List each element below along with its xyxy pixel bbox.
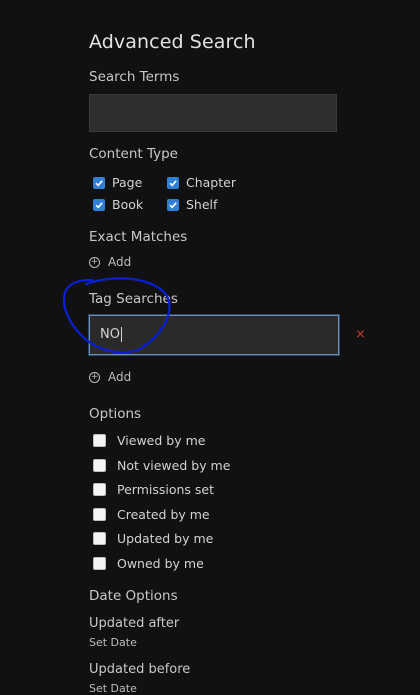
- tag-search-value: NO: [100, 327, 120, 342]
- option-label: Viewed by me: [117, 433, 206, 448]
- option-label: Owned by me: [117, 556, 204, 571]
- content-type-book-label: Book: [112, 197, 144, 212]
- updated-after-label: Updated after: [89, 616, 180, 631]
- content-type-book-checkbox[interactable]: Book: [93, 197, 143, 212]
- option-created-by-me[interactable]: Created by me: [93, 507, 210, 522]
- option-permissions-set[interactable]: Permissions set: [93, 482, 214, 497]
- exact-matches-label: Exact Matches: [89, 229, 188, 245]
- checkbox-checked-icon: [167, 198, 179, 211]
- page-title: Advanced Search: [89, 31, 256, 53]
- checkbox-unchecked-icon: [93, 459, 106, 472]
- plus-circle-icon: +: [89, 256, 100, 268]
- option-not-viewed-by-me[interactable]: Not viewed by me: [93, 458, 230, 473]
- content-type-chapter-checkbox[interactable]: Chapter: [167, 175, 236, 190]
- content-type-shelf-label: Shelf: [186, 197, 218, 212]
- checkbox-checked-icon: [93, 198, 105, 211]
- option-updated-by-me[interactable]: Updated by me: [93, 531, 213, 546]
- options-label: Options: [89, 406, 142, 422]
- tag-searches-label: Tag Searches: [89, 291, 178, 307]
- content-type-label: Content Type: [89, 146, 178, 162]
- checkbox-unchecked-icon: [93, 483, 106, 496]
- updated-before-set-date-button[interactable]: Set Date: [89, 682, 137, 695]
- checkbox-unchecked-icon: [93, 557, 106, 570]
- search-terms-input[interactable]: [89, 94, 337, 132]
- checkbox-checked-icon: [93, 176, 105, 189]
- checkbox-unchecked-icon: [93, 434, 106, 447]
- remove-tag-icon[interactable]: ×: [355, 327, 366, 342]
- content-type-page-label: Page: [112, 175, 143, 190]
- option-label: Created by me: [117, 507, 210, 522]
- option-owned-by-me[interactable]: Owned by me: [93, 556, 204, 571]
- content-type-page-checkbox[interactable]: Page: [93, 175, 142, 190]
- date-options-label: Date Options: [89, 588, 178, 604]
- content-type-chapter-label: Chapter: [186, 175, 236, 190]
- content-type-shelf-checkbox[interactable]: Shelf: [167, 197, 217, 212]
- text-cursor: [120, 327, 122, 342]
- option-label: Not viewed by me: [117, 458, 231, 473]
- checkbox-checked-icon: [167, 176, 179, 189]
- option-label: Updated by me: [117, 531, 214, 546]
- option-label: Permissions set: [117, 482, 215, 497]
- exact-matches-add-label: Add: [108, 255, 132, 269]
- updated-before-label: Updated before: [89, 662, 191, 677]
- checkbox-unchecked-icon: [93, 508, 106, 521]
- plus-circle-icon: +: [89, 371, 100, 383]
- tag-search-input[interactable]: NO: [89, 315, 339, 355]
- updated-after-set-date-button[interactable]: Set Date: [89, 636, 137, 649]
- tag-searches-add-button[interactable]: + Add: [89, 370, 131, 384]
- exact-matches-add-button[interactable]: + Add: [89, 255, 131, 269]
- checkbox-unchecked-icon: [93, 532, 106, 545]
- tag-searches-add-label: Add: [108, 370, 132, 384]
- search-terms-label: Search Terms: [89, 69, 180, 85]
- option-viewed-by-me[interactable]: Viewed by me: [93, 433, 205, 448]
